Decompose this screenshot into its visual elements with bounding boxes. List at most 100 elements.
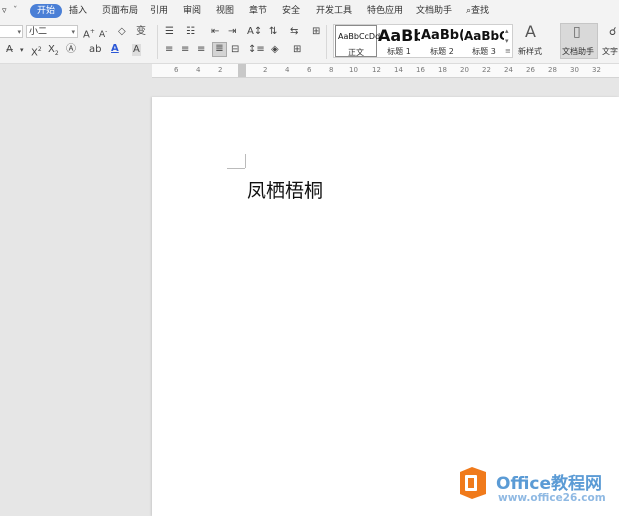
chevron-down-icon: ▾ — [71, 28, 75, 36]
ruler-tick-label: 32 — [592, 66, 601, 74]
ribbon-divider — [157, 25, 158, 59]
chevron-down-icon: ▾ — [17, 28, 21, 36]
ruler-tick-label: 14 — [394, 66, 403, 74]
horizontal-ruler[interactable]: 6 4 2 2 4 6 8 10 12 14 16 18 20 22 24 26… — [152, 64, 619, 78]
ruler-tick-label: 28 — [548, 66, 557, 74]
ruler-tick-label: 2 — [218, 66, 223, 74]
ruler-tick-label: 26 — [526, 66, 535, 74]
indent-marker[interactable] — [238, 64, 246, 77]
tab-start[interactable]: 开始 — [30, 4, 63, 18]
tab-developer[interactable]: 开发工具 — [316, 4, 352, 18]
tab-doc-assistant[interactable]: 文档助手 — [416, 4, 452, 18]
increase-indent-icon[interactable]: ⇥ — [228, 26, 236, 38]
new-style-label: 新样式 — [518, 47, 542, 56]
expand-gallery-icon[interactable]: ≡ — [505, 45, 511, 57]
tab-view[interactable]: 视图 — [216, 4, 234, 18]
ruler-tick-label: 22 — [482, 66, 491, 74]
font-name-select[interactable]: ▾ — [0, 25, 23, 38]
tab-review[interactable]: 审阅 — [183, 4, 201, 18]
bullet-list-icon[interactable]: ☰ — [165, 26, 174, 38]
tab-chapter[interactable]: 章节 — [249, 4, 267, 18]
numbered-list-icon[interactable]: ☷ — [186, 26, 195, 38]
font-size-select[interactable]: 小二 ▾ — [26, 25, 78, 38]
text-tool-label: 文字 — [602, 47, 618, 56]
ruler-tick-label: 10 — [349, 66, 358, 74]
ruler-tick-label: 6 — [307, 66, 312, 74]
tab-insert[interactable]: 插入 — [69, 4, 87, 18]
styles-gallery: AaBbCcDd 正文 AaBb 标题 1 AaBb( 标题 2 AaBbC 标… — [333, 24, 513, 58]
document-text[interactable]: 凤栖梧桐 — [247, 176, 323, 203]
ruler-tick-label: 20 — [460, 66, 469, 74]
borders-icon[interactable]: ⊞ — [293, 44, 301, 56]
text-tool-button[interactable]: ☌ 文字 — [601, 24, 619, 60]
style-sample: AaBbCcDd — [338, 32, 381, 41]
font-color-icon[interactable]: A — [111, 43, 119, 55]
new-style-button[interactable]: A 新样式 — [516, 24, 552, 60]
document-page[interactable] — [152, 97, 619, 516]
search-button[interactable]: ⌕查找 — [466, 4, 489, 18]
text-effect-icon[interactable]: Ⓐ — [66, 44, 76, 56]
doc-assistant-button[interactable]: ▯ 文档助手 — [560, 23, 598, 59]
ruler-tick-label: 16 — [416, 66, 425, 74]
shading-icon[interactable]: ◈ — [271, 44, 279, 56]
watermark-name: Office教程网 — [496, 474, 603, 494]
text-tool-icon: ☌ — [609, 25, 617, 38]
tab-security[interactable]: 安全 — [282, 4, 300, 18]
office-logo-icon — [460, 467, 486, 499]
margin-corner-mark — [244, 154, 246, 168]
align-right-icon[interactable]: ≡ — [197, 44, 205, 56]
style-normal[interactable]: AaBbCcDd 正文 — [335, 25, 381, 57]
table-icon[interactable]: ⊞ — [312, 26, 320, 38]
justify-icon[interactable]: ≣ — [212, 42, 227, 57]
ruler-tick-label: 12 — [372, 66, 381, 74]
ruler-tick-label: 6 — [174, 66, 179, 74]
tab-page-layout[interactable]: 页面布局 — [102, 4, 138, 18]
doc-assistant-icon: ▯ — [573, 24, 581, 40]
chevron-down-icon[interactable]: ▾ — [20, 44, 24, 56]
ribbon-divider — [326, 25, 327, 59]
superscript-icon[interactable]: X2 — [31, 44, 42, 59]
pinyin-guide-icon[interactable]: 变 — [136, 26, 146, 38]
new-style-icon: A — [525, 22, 536, 41]
highlight-icon[interactable]: ab — [89, 44, 101, 56]
search-label: 查找 — [471, 6, 490, 16]
tabs-dropdown-icon[interactable]: ▿ — [2, 4, 7, 18]
style-name: 标题 3 — [472, 47, 496, 56]
style-name: 正文 — [348, 48, 364, 57]
sort-icon[interactable]: ⇅ — [269, 26, 277, 38]
clear-format-icon[interactable]: ◇ — [118, 26, 126, 38]
distribute-icon[interactable]: ⊟ — [231, 44, 239, 56]
tabs-collapse-icon[interactable]: ˇ — [13, 4, 18, 18]
style-sample: AaBb — [378, 26, 420, 45]
style-sample: AaBbC — [464, 29, 504, 43]
doc-assistant-label: 文档助手 — [562, 47, 594, 56]
margin-corner-mark — [227, 166, 245, 169]
ruler-tick-label: 4 — [285, 66, 290, 74]
style-heading-1[interactable]: AaBb 标题 1 — [378, 25, 420, 57]
shrink-font-icon[interactable]: A- — [99, 26, 107, 41]
ruler-tick-label: 30 — [570, 66, 579, 74]
line-spacing-icon[interactable]: ↕≡ — [248, 44, 265, 56]
tab-references[interactable]: 引用 — [150, 4, 168, 18]
style-sample: AaBb( — [421, 28, 463, 43]
style-heading-3[interactable]: AaBbC 标题 3 — [464, 25, 504, 57]
menu-tab-bar: ▿ ˇ 开始 插入 页面布局 引用 审阅 视图 章节 安全 开发工具 特色应用 … — [0, 0, 619, 21]
style-heading-2[interactable]: AaBb( 标题 2 — [421, 25, 463, 57]
align-center-icon[interactable]: ≡ — [181, 44, 189, 56]
style-name: 标题 2 — [430, 47, 454, 56]
ruler-tick-label: 18 — [438, 66, 447, 74]
font-size-value: 小二 — [29, 27, 48, 37]
ruler-tick-label: 8 — [329, 66, 334, 74]
text-direction-icon[interactable]: A↕ — [247, 26, 262, 38]
grow-font-icon[interactable]: A+ — [83, 26, 95, 41]
subscript-icon[interactable]: X2 — [48, 44, 59, 60]
decrease-indent-icon[interactable]: ⇤ — [211, 26, 219, 38]
align-left-icon[interactable]: ≡ — [165, 44, 173, 56]
show-marks-icon[interactable]: ⇆ — [290, 26, 298, 38]
strikethrough-icon[interactable]: A̶ — [6, 44, 13, 56]
ruler-tick-label: 24 — [504, 66, 513, 74]
style-name: 标题 1 — [387, 47, 411, 56]
char-shading-icon[interactable]: A — [132, 44, 141, 56]
tab-special-apps[interactable]: 特色应用 — [367, 4, 403, 18]
ribbon-toolbar: ▾ 小二 ▾ A+ A- ◇ 变 A̶ ▾ X2 X2 Ⓐ ab A A ☰ ☷… — [0, 21, 619, 64]
